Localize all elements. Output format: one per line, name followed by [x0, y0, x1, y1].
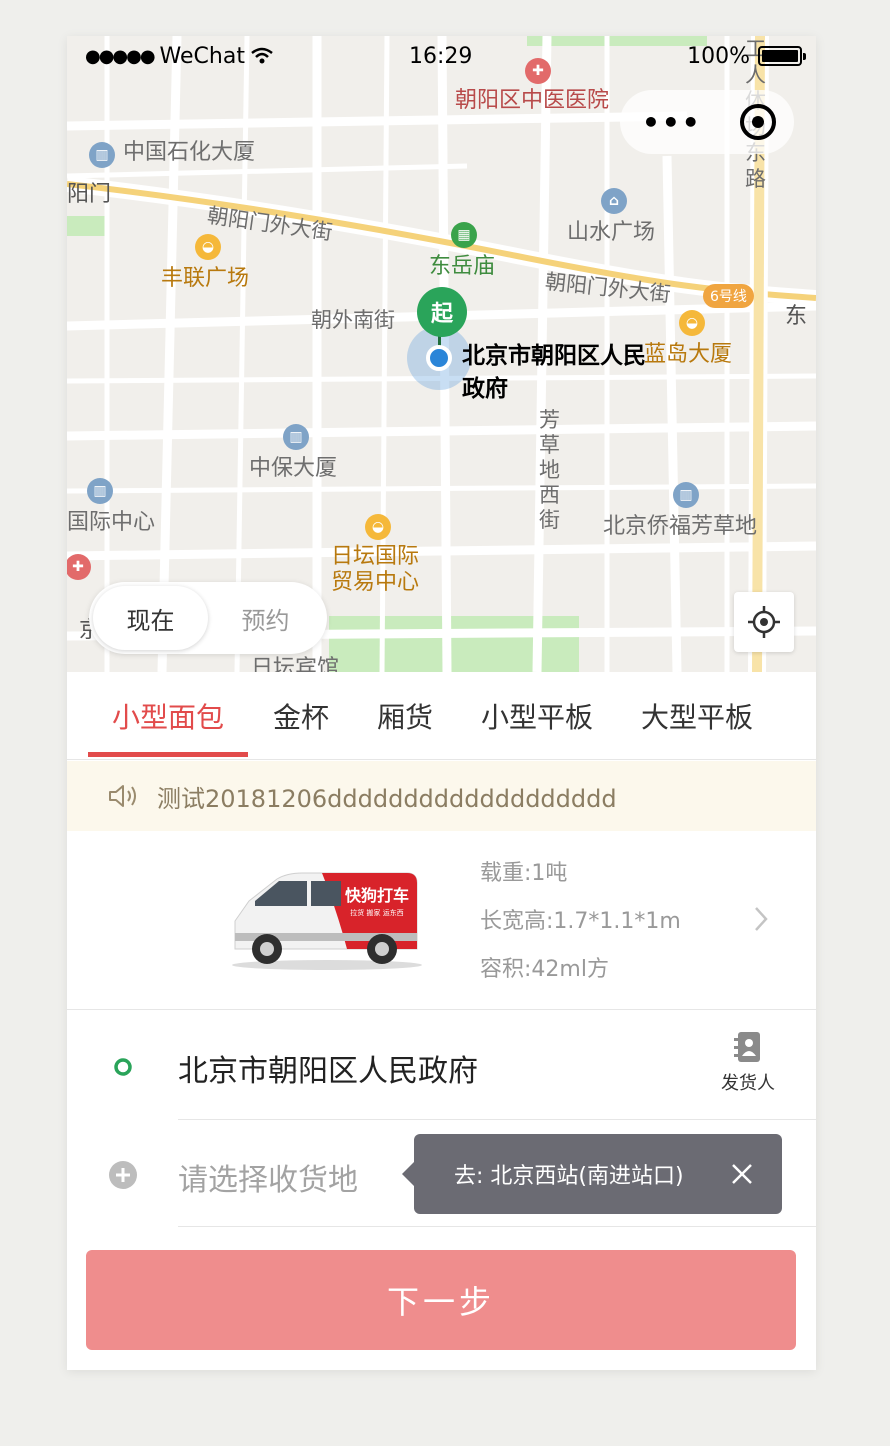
- reserve-option[interactable]: 预约: [208, 586, 323, 650]
- metro-line-tag: 6号线: [703, 284, 754, 308]
- miniprogram-capsule: •••: [620, 90, 794, 154]
- building-icon: ▥: [283, 424, 309, 450]
- tab-box-truck[interactable]: 厢货: [361, 672, 449, 760]
- volume: 容积:42ml方: [480, 957, 609, 982]
- shopping-icon: ◒: [365, 514, 391, 540]
- home-icon: ⌂: [601, 188, 627, 214]
- road-label: 芳 草 地 西 街: [539, 408, 560, 532]
- battery-icon: [758, 46, 806, 66]
- battery-percent: 100%: [687, 43, 750, 69]
- poi-dongyuemiao[interactable]: 东岳庙: [429, 254, 495, 280]
- poi-chaoyangmen[interactable]: 阳门: [67, 182, 111, 208]
- building-icon: ▥: [89, 142, 115, 168]
- poi-sinopec[interactable]: 中国石化大厦: [123, 140, 255, 166]
- destination-suggestion[interactable]: 去: 北京西站(南进站口): [402, 1134, 782, 1214]
- van-brand-sub: 拉货 搬家 运东西: [350, 908, 403, 917]
- tab-jinbei[interactable]: 金杯: [257, 672, 345, 760]
- time-toggle: 现在 预约: [89, 582, 327, 654]
- next-step-button[interactable]: 下一步: [86, 1250, 796, 1350]
- pickup-address: 北京市朝阳区人民政府: [178, 1054, 478, 1089]
- phone-screen: ✚ 朝阳区中医医院 ▥ 中国石化大厦 阳门 ◒ 丰联广场 ▦ 东岳庙 ⌂ 山水广…: [67, 36, 816, 1370]
- origin-label: 北京市朝阳区人民政府: [462, 343, 646, 402]
- road-label: 朝外南街: [311, 308, 395, 332]
- pickup-row[interactable]: 北京市朝阳区人民政府: [67, 1012, 816, 1120]
- dimensions: 长宽高:1.7*1.1*1m: [480, 909, 681, 934]
- shopping-icon: ◒: [195, 234, 221, 260]
- location-dot: [426, 345, 452, 371]
- poi-intl-center[interactable]: 国际中心: [67, 510, 155, 536]
- poi-fenglian[interactable]: 丰联广场: [161, 266, 249, 292]
- clock: 16:29: [409, 43, 473, 69]
- divider: [178, 1226, 816, 1227]
- shipper-label: 发货人: [721, 1073, 775, 1094]
- tab-small-flatbed[interactable]: 小型平板: [467, 672, 607, 760]
- temple-icon: ▦: [451, 222, 477, 248]
- van-brand: 快狗打车: [345, 886, 409, 905]
- locate-button[interactable]: [734, 592, 794, 652]
- carrier-name: WeChat: [159, 43, 245, 69]
- add-icon: [109, 1161, 137, 1189]
- speaker-icon: [107, 782, 139, 810]
- poi-lando[interactable]: 蓝岛大厦: [644, 342, 732, 368]
- now-option[interactable]: 现在: [93, 586, 208, 650]
- map-view[interactable]: ✚ 朝阳区中医医院 ▥ 中国石化大厦 阳门 ◒ 丰联广场 ▦ 东岳庙 ⌂ 山水广…: [67, 36, 816, 672]
- signal-icon: ●●●●●: [85, 45, 156, 67]
- poi-ritan-trade[interactable]: 日坛国际 贸易中心: [331, 544, 419, 597]
- close-icon[interactable]: [728, 1160, 756, 1188]
- load-capacity: 载重:1吨: [480, 861, 568, 886]
- vehicle-type-tabs: 小型面包 金杯 厢货 小型平板 大型平板: [67, 672, 816, 760]
- pickup-dot-icon: [114, 1058, 132, 1076]
- poi-zhongbao[interactable]: 中保大厦: [249, 456, 337, 482]
- crosshair-icon: [748, 606, 780, 638]
- notice-bar[interactable]: 测试20181206ddddddddddddddddddd: [67, 761, 816, 831]
- poi-ritan-hotel[interactable]: 日坛宾馆: [251, 656, 339, 672]
- contact-book-icon: [734, 1032, 760, 1062]
- status-bar: ●●●●● WeChat 16:29 100%: [67, 36, 816, 76]
- poi-hospital[interactable]: 朝阳区中医医院: [455, 88, 609, 114]
- vehicle-card[interactable]: 快狗打车 拉货 搬家 运东西 载重:1吨 长宽高:1.7*1.1*1m 容积:4…: [67, 831, 816, 1010]
- shipper-contact-button[interactable]: 发货人: [715, 1030, 781, 1095]
- poi-shanshui[interactable]: 山水广场: [567, 220, 655, 246]
- poi-dong: 东: [785, 304, 808, 329]
- notice-text: 测试20181206ddddddddddddddddddd: [157, 784, 617, 813]
- suggestion-text: 去: 北京西站(南进站口): [454, 1164, 684, 1189]
- dropoff-placeholder: 请选择收货地: [178, 1163, 358, 1198]
- shopping-icon: ◒: [679, 310, 705, 336]
- wifi-icon: [251, 47, 273, 64]
- building-icon: ▥: [87, 478, 113, 504]
- close-miniprogram-icon[interactable]: [740, 104, 776, 140]
- tab-large-flatbed[interactable]: 大型平板: [627, 672, 767, 760]
- building-icon: ▥: [673, 482, 699, 508]
- van-image: 快狗打车 拉货 搬家 运东西: [232, 872, 422, 970]
- origin-marker[interactable]: 起: [417, 287, 467, 337]
- chevron-right-icon: [755, 907, 768, 931]
- tab-small-van[interactable]: 小型面包: [88, 672, 248, 760]
- poi-qiaofu[interactable]: 北京侨福芳草地: [603, 514, 757, 540]
- more-icon[interactable]: •••: [642, 106, 702, 139]
- active-tab-indicator: [88, 752, 248, 757]
